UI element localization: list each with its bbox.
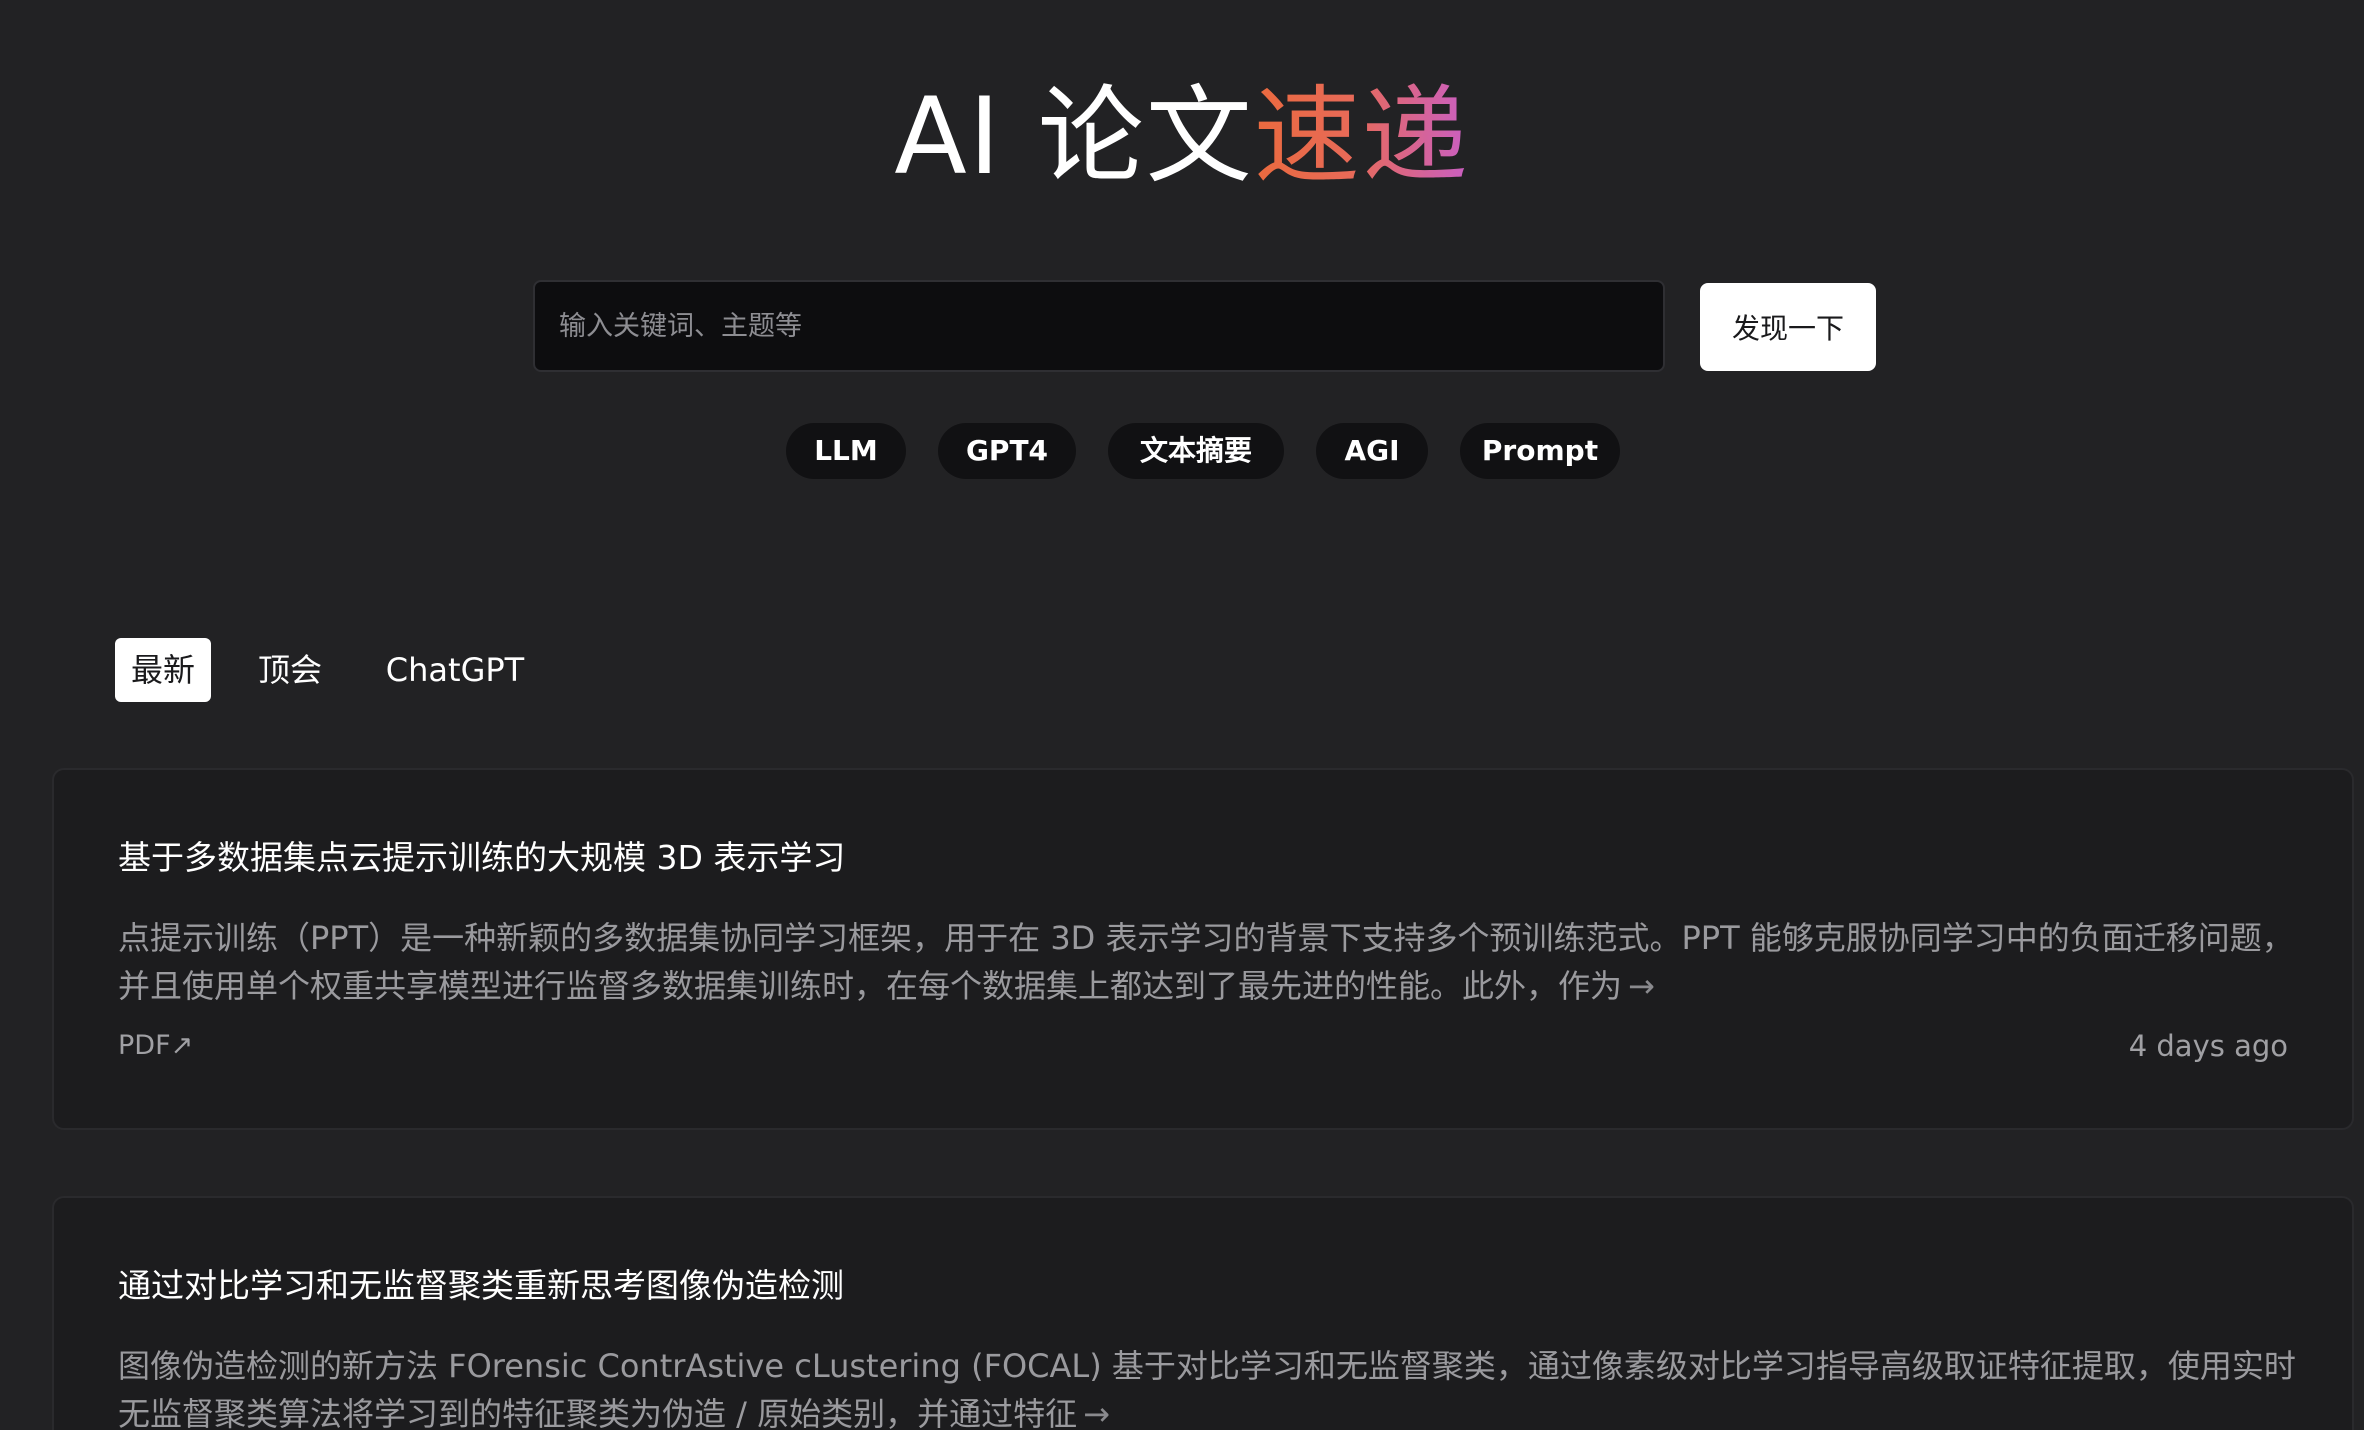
paper-summary-text: 图像伪造检测的新方法 FOrensic ContrAstive cLusteri… bbox=[118, 1347, 2296, 1430]
paper-card[interactable]: 基于多数据集点云提示训练的大规模 3D 表示学习 点提示训练（PPT）是一种新颖… bbox=[52, 768, 2354, 1130]
paper-card[interactable]: 通过对比学习和无监督聚类重新思考图像伪造检测 图像伪造检测的新方法 FOrens… bbox=[52, 1196, 2354, 1430]
page-title: AI 论文速递 bbox=[0, 72, 2364, 202]
page: AI 论文速递 发现一下 LLM GPT4 文本摘要 AGI Prompt 最新… bbox=[0, 0, 2364, 1430]
search-input[interactable] bbox=[533, 280, 1665, 372]
read-more-arrow-icon[interactable]: → bbox=[1628, 967, 1655, 1005]
title-accent: 速递 bbox=[1253, 75, 1470, 198]
tab-latest[interactable]: 最新 bbox=[115, 638, 211, 702]
tag-agi[interactable]: AGI bbox=[1316, 423, 1428, 479]
paper-title[interactable]: 通过对比学习和无监督聚类重新思考图像伪造检测 bbox=[118, 1264, 844, 1308]
pdf-link[interactable]: PDF↗ bbox=[118, 1028, 193, 1064]
paper-title[interactable]: 基于多数据集点云提示训练的大规模 3D 表示学习 bbox=[118, 836, 845, 880]
discover-button[interactable]: 发现一下 bbox=[1700, 283, 1876, 371]
paper-summary: 图像伪造检测的新方法 FOrensic ContrAstive cLusteri… bbox=[118, 1342, 2298, 1430]
paper-date: 4 days ago bbox=[2128, 1029, 2288, 1063]
read-more-arrow-icon[interactable]: → bbox=[1083, 1395, 1110, 1430]
title-plain: AI 论文 bbox=[894, 75, 1254, 198]
paper-summary: 点提示训练（PPT）是一种新颖的多数据集协同学习框架，用于在 3D 表示学习的背… bbox=[118, 914, 2298, 1010]
tag-text-summary[interactable]: 文本摘要 bbox=[1108, 423, 1284, 479]
paper-summary-text: 点提示训练（PPT）是一种新颖的多数据集协同学习框架，用于在 3D 表示学习的背… bbox=[118, 919, 2294, 1005]
tab-top-conference[interactable]: 顶会 bbox=[242, 638, 338, 702]
tab-chatgpt[interactable]: ChatGPT bbox=[370, 638, 540, 702]
tag-prompt[interactable]: Prompt bbox=[1460, 423, 1620, 479]
tag-list: LLM GPT4 文本摘要 AGI Prompt bbox=[0, 423, 2364, 479]
tag-gpt4[interactable]: GPT4 bbox=[938, 423, 1076, 479]
tag-llm[interactable]: LLM bbox=[786, 423, 906, 479]
